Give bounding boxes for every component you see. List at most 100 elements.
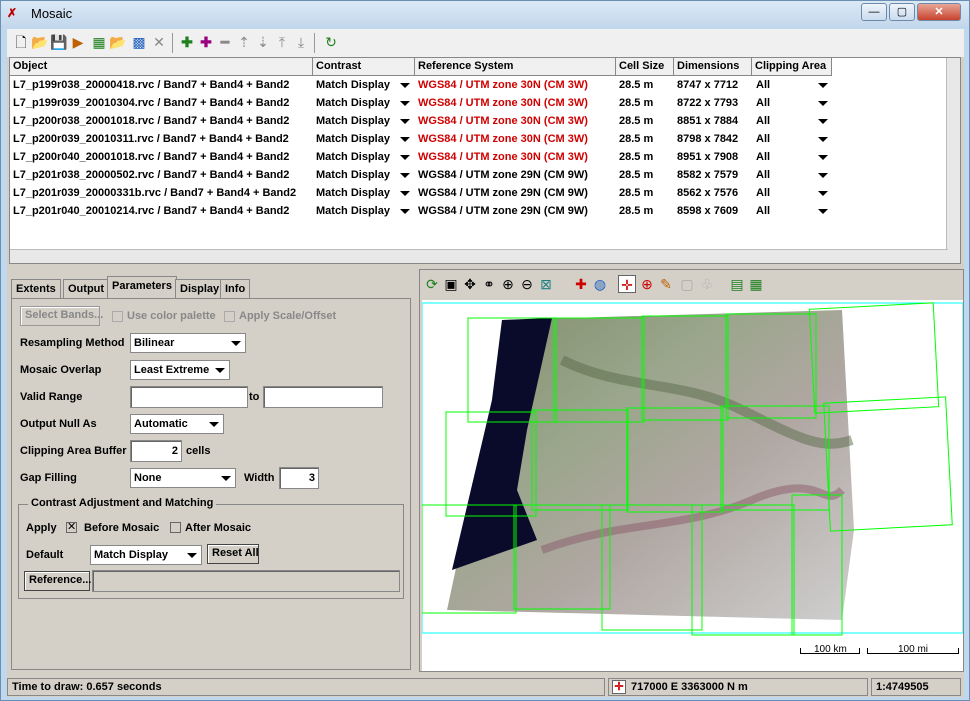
redraw-icon[interactable]: ⟳ (423, 275, 441, 293)
cell-clip[interactable]: All (756, 151, 770, 163)
zoom-in-icon[interactable]: ⊕ (499, 275, 517, 293)
tab-extents[interactable]: Extents (11, 279, 61, 298)
table-vertical-scrollbar[interactable] (946, 58, 960, 263)
globe-icon[interactable]: ◍ (591, 275, 609, 293)
cell-contrast[interactable]: Match Display (316, 205, 390, 217)
table-row[interactable]: L7_p201r038_20000502.rvc / Band7 + Band4… (10, 167, 946, 185)
run-icon[interactable]: ▶ (69, 33, 87, 51)
full-view-icon[interactable]: ▣ (442, 275, 460, 293)
legend-icon[interactable]: ▦ (747, 275, 765, 293)
cell-clip[interactable]: All (756, 79, 770, 91)
tab-parameters[interactable]: Parameters (107, 276, 177, 298)
reference-button[interactable]: Reference... (24, 571, 91, 591)
grid-icon[interactable]: ▩ (130, 33, 148, 51)
cell-clip[interactable]: All (756, 133, 770, 145)
gap-filling-select[interactable]: None (130, 468, 236, 488)
gap-width-input[interactable]: 3 (279, 467, 319, 489)
minimize-button[interactable]: — (861, 3, 887, 21)
cell-clip[interactable]: All (756, 169, 770, 181)
table-row[interactable]: L7_p199r038_20000418.rvc / Band7 + Band4… (10, 77, 946, 95)
mosaic-view-canvas[interactable]: 100 km 100 mi (421, 300, 964, 671)
pointer-tool-icon[interactable]: ✛ (618, 275, 636, 293)
column-header-object[interactable]: Object (10, 58, 313, 76)
column-header-dimensions[interactable]: Dimensions (674, 58, 752, 76)
chevron-down-icon[interactable] (818, 173, 828, 178)
chevron-down-icon[interactable] (400, 155, 410, 160)
valid-range-min-input[interactable] (130, 386, 248, 408)
mosaic-overlap-select[interactable]: Least Extreme (130, 360, 230, 380)
column-header-cell-size[interactable]: Cell Size (616, 58, 674, 76)
chevron-down-icon[interactable] (400, 119, 410, 124)
cell-clip[interactable]: All (756, 205, 770, 217)
chevron-down-icon[interactable] (818, 155, 828, 160)
delete-icon[interactable]: ✕ (150, 33, 168, 51)
move-bottom-icon[interactable]: ⤓ (292, 33, 310, 51)
column-header-contrast[interactable]: Contrast (313, 58, 415, 76)
cell-clip[interactable]: All (756, 115, 770, 127)
clipping-area-buffer-input[interactable]: 2 (130, 440, 182, 462)
cell-contrast[interactable]: Match Display (316, 187, 390, 199)
remove-icon[interactable]: ━ (216, 33, 234, 51)
cell-contrast[interactable]: Match Display (316, 169, 390, 181)
open-folder-icon[interactable]: 📂 (31, 33, 49, 51)
table-row[interactable]: L7_p200r040_20001018.rvc / Band7 + Band4… (10, 149, 946, 167)
chevron-down-icon[interactable] (818, 119, 828, 124)
sketch-icon[interactable]: ✎ (657, 275, 675, 293)
close-button[interactable]: ✕ (917, 3, 961, 21)
table-horizontal-scrollbar[interactable] (10, 249, 948, 263)
chevron-down-icon[interactable] (400, 137, 410, 142)
after-mosaic-checkbox[interactable] (170, 522, 181, 533)
before-mosaic-checkbox[interactable]: ✕ (66, 522, 77, 533)
open-list-icon[interactable]: 📂 (109, 33, 127, 51)
apply-scale-offset-checkbox[interactable] (224, 311, 235, 322)
box-select-icon[interactable]: ▢ (678, 275, 696, 293)
add-icon[interactable]: ✚ (178, 33, 196, 51)
refresh-icon[interactable]: ↻ (322, 33, 340, 51)
chevron-down-icon[interactable] (400, 191, 410, 196)
chevron-down-icon[interactable] (818, 101, 828, 106)
add-layer-icon[interactable]: ✚ (572, 275, 590, 293)
maximize-button[interactable]: ▢ (889, 3, 915, 21)
zoom-out-icon[interactable]: ⊖ (518, 275, 536, 293)
cell-contrast[interactable]: Match Display (316, 151, 390, 163)
chevron-down-icon[interactable] (400, 101, 410, 106)
raster-icon[interactable]: ▦ (90, 33, 108, 51)
tab-info[interactable]: Info (220, 279, 251, 298)
move-up-icon[interactable]: ⇡ (235, 33, 253, 51)
default-contrast-select[interactable]: Match Display (90, 545, 202, 565)
resampling-method-select[interactable]: Bilinear (130, 333, 246, 353)
pan-icon[interactable]: ✥ (461, 275, 479, 293)
column-header-clipping-area[interactable]: Clipping Area (752, 58, 832, 76)
cell-contrast[interactable]: Match Display (316, 97, 390, 109)
add-multiple-icon[interactable]: ✚ (197, 33, 215, 51)
select-bands-button[interactable]: Select Bands... (20, 306, 103, 326)
polygon-select-icon[interactable]: ♧ (698, 275, 716, 293)
reset-all-button[interactable]: Reset All (207, 544, 259, 564)
chevron-down-icon[interactable] (818, 209, 828, 214)
use-color-palette-checkbox[interactable] (112, 311, 123, 322)
table-row[interactable]: L7_p200r039_20010311.rvc / Band7 + Band4… (10, 131, 946, 149)
output-null-select[interactable]: Automatic (130, 414, 224, 434)
new-icon[interactable]: 🗋 (12, 33, 30, 51)
table-row[interactable]: L7_p200r038_20001018.rvc / Band7 + Band4… (10, 113, 946, 131)
column-header-reference-system[interactable]: Reference System (415, 58, 616, 76)
chevron-down-icon[interactable] (400, 173, 410, 178)
valid-range-max-input[interactable] (263, 386, 383, 408)
binoculars-icon[interactable]: ⚭ (480, 275, 498, 293)
cell-contrast[interactable]: Match Display (316, 115, 390, 127)
chevron-down-icon[interactable] (818, 191, 828, 196)
table-row[interactable]: L7_p201r039_20000331b.rvc / Band7 + Band… (10, 185, 946, 203)
move-top-icon[interactable]: ⤒ (273, 33, 291, 51)
save-icon[interactable]: 💾 (50, 33, 68, 51)
table-row[interactable]: L7_p199r039_20010304.rvc / Band7 + Band4… (10, 95, 946, 113)
zoom-tool-icon[interactable]: ⊕ (638, 275, 656, 293)
cell-clip[interactable]: All (756, 97, 770, 109)
cell-contrast[interactable]: Match Display (316, 79, 390, 91)
chevron-down-icon[interactable] (818, 83, 828, 88)
table-row[interactable]: L7_p201r040_20010214.rvc / Band7 + Band4… (10, 203, 946, 221)
crosshair-icon[interactable]: ✛ (612, 680, 626, 694)
cell-clip[interactable]: All (756, 187, 770, 199)
layer-manager-icon[interactable]: ▤ (728, 275, 746, 293)
tab-display[interactable]: Display (175, 279, 225, 298)
tab-output[interactable]: Output (63, 279, 110, 298)
